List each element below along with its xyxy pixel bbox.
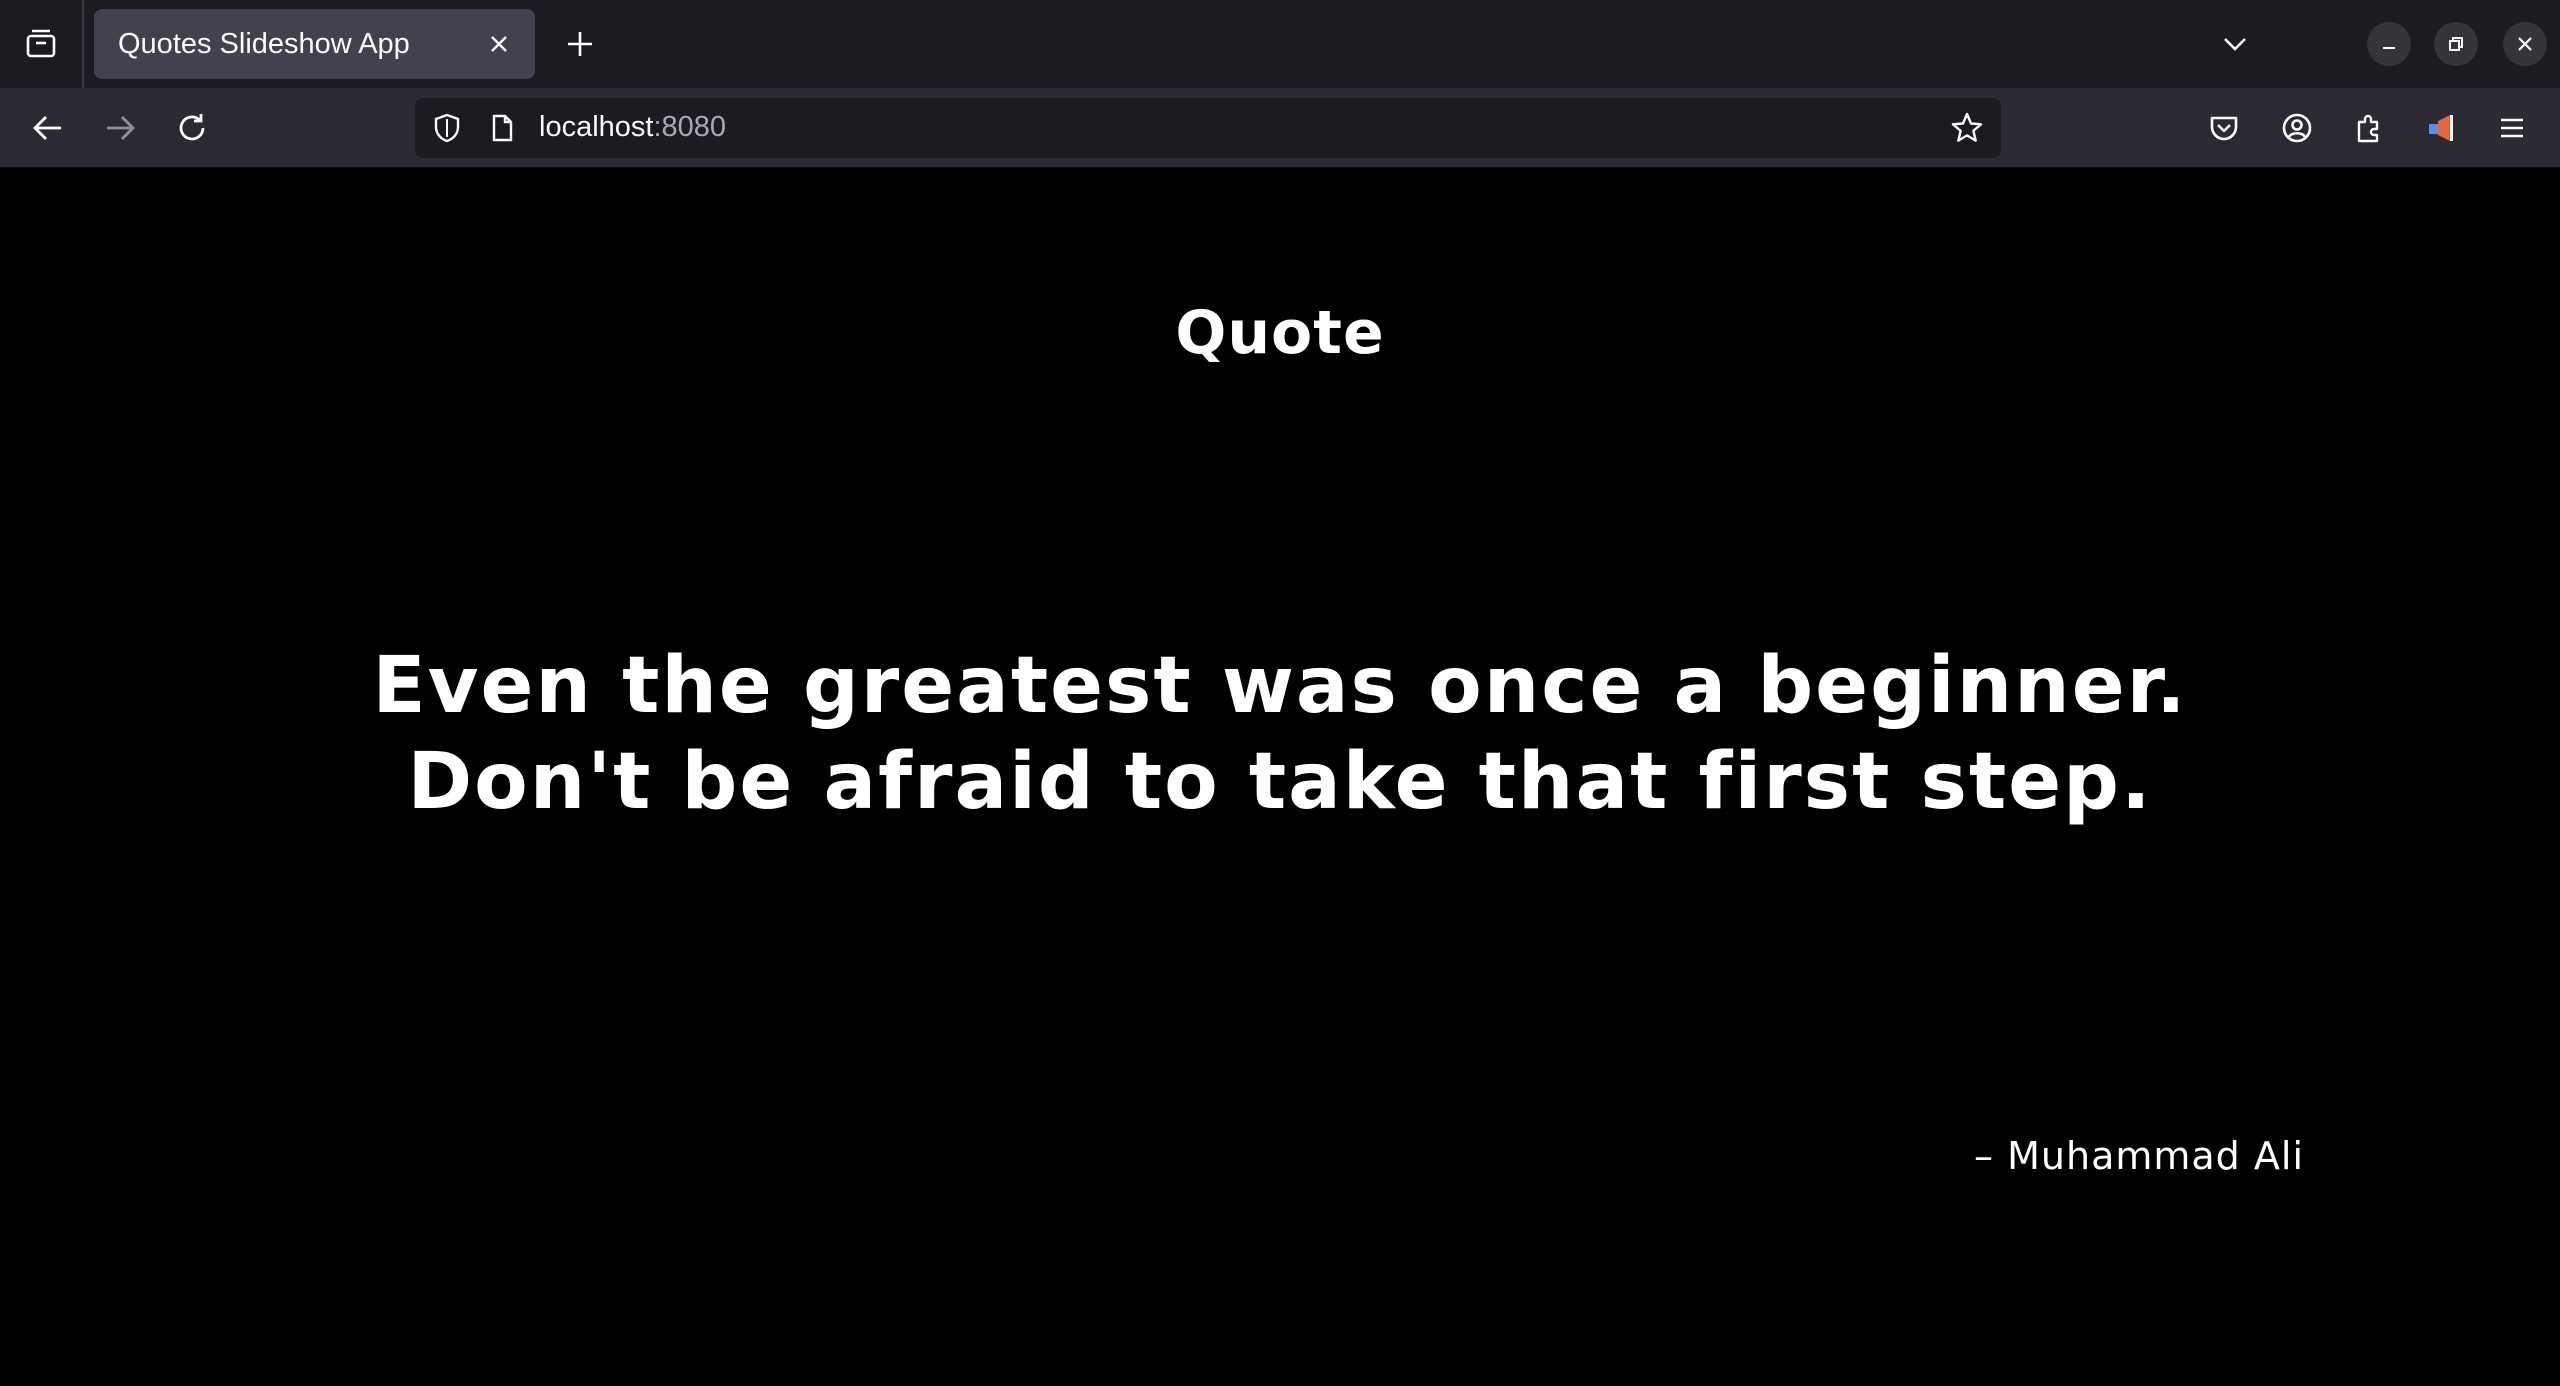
close-icon [488, 33, 510, 55]
close-icon [2515, 34, 2535, 54]
menu-button[interactable] [2488, 104, 2536, 152]
extensions-button[interactable] [2345, 104, 2393, 152]
restore-button[interactable] [2434, 22, 2478, 66]
url-host: localhost [539, 111, 654, 143]
window-close-button[interactable] [2503, 22, 2547, 66]
account-button[interactable] [2273, 104, 2321, 152]
account-icon [2280, 111, 2314, 145]
minimize-button[interactable] [2367, 22, 2411, 66]
back-button[interactable] [24, 104, 72, 152]
tab-close-button[interactable] [481, 26, 517, 62]
star-icon [1950, 111, 1984, 145]
page-content: Quote Even the greatest was once a begin… [0, 168, 2560, 1386]
puzzle-icon [2352, 111, 2386, 145]
back-arrow-icon [31, 111, 65, 145]
forward-button[interactable] [96, 104, 144, 152]
pocket-button[interactable] [2200, 104, 2248, 152]
reload-button[interactable] [168, 104, 216, 152]
minimize-icon [2379, 34, 2399, 54]
quote-author: – Muhammad Ali [1974, 1134, 2304, 1178]
plus-icon [565, 29, 595, 59]
shield-icon[interactable] [429, 110, 465, 146]
reload-icon [175, 111, 209, 145]
tab-title: Quotes Slideshow App [118, 27, 410, 60]
page-icon[interactable] [484, 110, 520, 146]
list-all-tabs-button[interactable] [2213, 22, 2257, 66]
active-tab[interactable]: Quotes Slideshow App [94, 9, 535, 79]
hamburger-menu-icon [2497, 113, 2527, 143]
tab-list-button[interactable] [0, 0, 84, 88]
quote-text: Even the greatest was once a beginner. D… [372, 641, 2188, 827]
url-text[interactable]: localhost:8080 [539, 111, 726, 144]
url-bar[interactable]: localhost:8080 [415, 98, 2001, 158]
new-tab-button[interactable] [558, 22, 602, 66]
extension-button[interactable] [2417, 104, 2465, 152]
url-port: :8080 [653, 111, 727, 143]
tab-bar: Quotes Slideshow App [0, 0, 2560, 88]
tab-list-icon [24, 27, 58, 61]
navigation-toolbar: localhost:8080 [0, 88, 2560, 168]
pocket-icon [2208, 112, 2240, 144]
restore-icon [2446, 34, 2466, 54]
forward-arrow-icon [103, 111, 137, 145]
extension-icon [2424, 111, 2458, 145]
page-title: Quote [1175, 298, 1385, 368]
bookmark-button[interactable] [1947, 108, 1987, 148]
chevron-down-icon [2220, 29, 2250, 59]
